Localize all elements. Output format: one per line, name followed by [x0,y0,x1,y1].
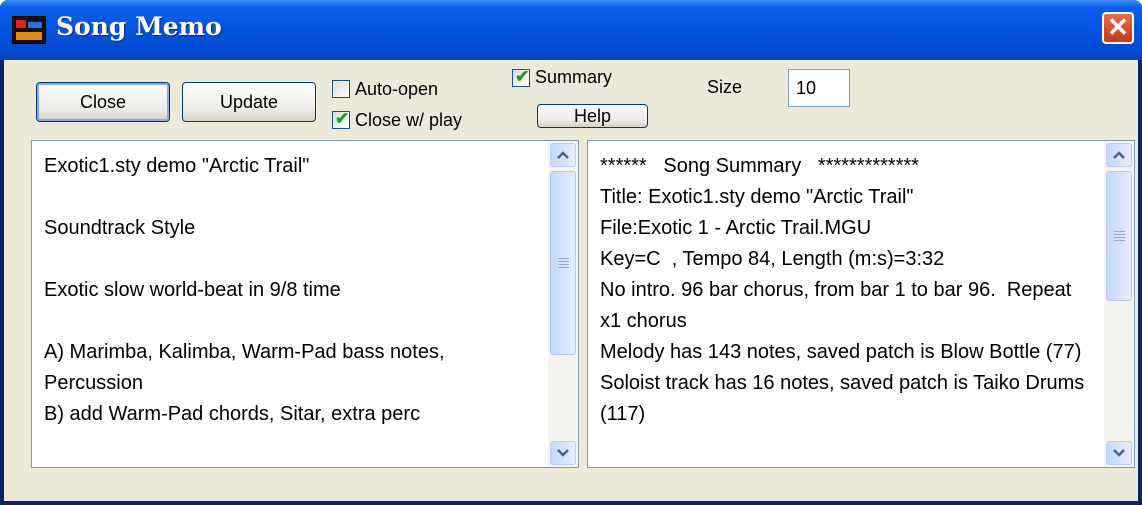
close-button-label: Close [79,92,127,112]
close-w-play-checkbox[interactable]: ✔ [332,109,350,129]
checkmark-icon: ✔ [515,67,530,86]
auto-open-label[interactable]: Auto-open [355,79,438,100]
chevron-down-icon [557,449,569,457]
title-bar[interactable]: Song Memo ✕ [0,0,1142,60]
scroll-thumb[interactable] [1106,171,1132,301]
chevron-down-icon [1113,449,1125,457]
size-label: Size [707,77,743,97]
update-button[interactable]: Update [182,82,316,122]
window-title: Song Memo [56,12,222,41]
close-button[interactable]: Close [36,82,170,122]
song-memo-window: Song Memo ✕ Close Update Auto-open ✔ Clo… [0,0,1142,505]
close-w-play-label[interactable]: Close w/ play [355,110,462,131]
summary-checkbox[interactable]: ✔ [512,67,530,87]
scroll-up-button[interactable] [550,143,576,167]
size-input[interactable]: 10 [788,69,850,107]
scroll-down-button[interactable] [1106,441,1132,465]
help-button[interactable]: Help [537,104,648,128]
memo-scrollbar[interactable] [548,141,578,467]
checkmark-icon: ✔ [335,109,350,128]
band-in-a-box-icon [12,16,46,44]
summary-scrollbar[interactable] [1104,141,1134,467]
summary-text-area[interactable]: ****** Song Summary ************* Title:… [587,140,1135,468]
help-button-label: Help [573,106,612,126]
scroll-up-button[interactable] [1106,143,1132,167]
summary-label[interactable]: Summary [535,67,612,88]
dialog-body: Close Update Auto-open ✔ Close w/ play ✔… [4,60,1138,501]
update-button-label: Update [219,92,279,112]
memo-text-area[interactable]: Exotic1.sty demo "Arctic Trail" Soundtra… [31,140,579,468]
memo-text: Exotic1.sty demo "Arctic Trail" Soundtra… [44,155,445,425]
chevron-up-icon [557,151,569,159]
scroll-down-button[interactable] [550,441,576,465]
scroll-thumb[interactable] [550,171,576,355]
summary-text: ****** Song Summary ************* Title:… [600,155,1085,425]
auto-open-checkbox[interactable] [332,80,350,98]
chevron-up-icon [1113,151,1125,159]
window-close-icon[interactable]: ✕ [1102,12,1134,44]
